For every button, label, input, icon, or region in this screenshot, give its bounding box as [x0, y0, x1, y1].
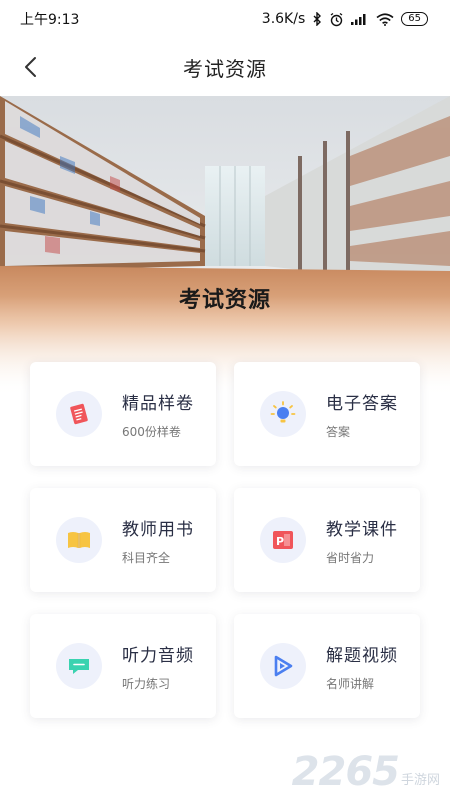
watermark-logo: 2265 手游网	[292, 752, 440, 792]
card-teacher-books[interactable]: 教师用书 科目齐全	[30, 488, 216, 592]
card-courseware[interactable]: P 教学课件 省时省力	[234, 488, 420, 592]
card-sample-papers[interactable]: 精品样卷 600份样卷	[30, 362, 216, 466]
card-subtitle: 答案	[326, 424, 351, 439]
card-subtitle: 听力练习	[122, 676, 171, 691]
wifi-icon	[376, 12, 394, 26]
card-icon-bg	[260, 391, 306, 437]
card-title: 精品样卷	[122, 393, 194, 414]
card-icon-bg	[56, 517, 102, 563]
network-speed: 3.6K/s	[261, 11, 306, 27]
card-title: 听力音频	[122, 645, 194, 666]
card-title: 教学课件	[326, 519, 398, 540]
play-icon	[274, 655, 293, 677]
card-icon-bg	[56, 643, 102, 689]
status-icons: 3.6K/s 65	[262, 11, 428, 27]
library-banner-image	[0, 96, 450, 396]
battery-icon: 65	[401, 12, 428, 26]
alarm-icon	[330, 12, 343, 26]
hero-banner: 考试资源	[0, 96, 450, 396]
card-e-answers[interactable]: 电子答案 答案	[234, 362, 420, 466]
status-time: 上午9:13	[20, 12, 80, 28]
chat-bubble-icon	[69, 659, 89, 674]
card-icon-bg	[260, 643, 306, 689]
exam-paper-icon	[70, 403, 88, 425]
lightbulb-icon	[270, 401, 296, 423]
page-title: 考试资源	[183, 56, 267, 81]
bluetooth-icon	[313, 12, 322, 26]
back-arrow-icon[interactable]	[18, 54, 44, 80]
hero-title: 考试资源	[178, 288, 271, 313]
card-subtitle: 科目齐全	[122, 550, 171, 565]
card-subtitle: 省时省力	[326, 550, 375, 565]
card-icon-bg	[56, 391, 102, 437]
card-title: 解题视频	[326, 645, 398, 666]
card-subtitle: 600份样卷	[122, 424, 181, 439]
card-title: 教师用书	[122, 519, 194, 540]
watermark-text: 手游网	[400, 773, 440, 788]
signal-icon	[351, 14, 366, 25]
status-bar: 上午9:13 3.6K/s 65	[0, 0, 450, 38]
nav-bar: 考试资源	[0, 38, 450, 96]
card-listening-audio[interactable]: 听力音频 听力练习	[30, 614, 216, 718]
watermark-number: 2265	[291, 749, 400, 795]
card-icon-bg: P	[260, 517, 306, 563]
card-subtitle: 名师讲解	[326, 676, 375, 691]
svg-text:P: P	[276, 535, 284, 548]
card-title: 电子答案	[326, 393, 398, 414]
powerpoint-icon: P	[273, 531, 293, 549]
open-book-icon	[68, 532, 90, 548]
card-solution-videos[interactable]: 解题视频 名师讲解	[234, 614, 420, 718]
